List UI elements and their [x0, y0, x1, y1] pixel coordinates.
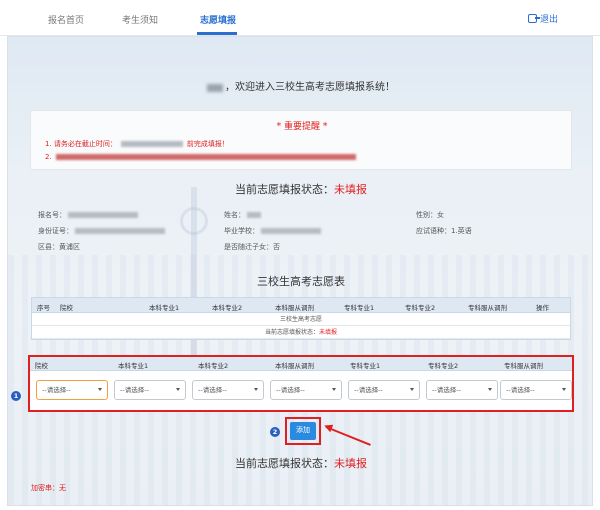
- notice-title: * 重要提醒 *: [276, 122, 328, 132]
- redacted-notice-2: [55, 154, 356, 160]
- nav-home[interactable]: 报名首页: [48, 13, 84, 26]
- notice-box: * 重要提醒 * 1. 请务必在截止时间： 前完成填报！ 2.: [30, 110, 572, 170]
- info-gender: 性别：女: [416, 211, 444, 219]
- redacted-school: [261, 228, 321, 234]
- th-ug-adjust: 本科服从调剂: [275, 304, 314, 312]
- status-top: 当前志愿填报状态：未填报: [8, 181, 592, 197]
- sh-jc-major-2: 专科专业2: [428, 362, 459, 370]
- notice-line-2-prefix: 2.: [45, 153, 52, 161]
- status-bottom-label: 当前志愿填报状态：: [235, 457, 334, 470]
- notice-line-1-suffix: 前完成填报！: [186, 140, 229, 148]
- status-value: 未填报: [334, 183, 367, 196]
- info-reg-no-label: 报名号：: [38, 211, 66, 219]
- redacted-username: [207, 83, 223, 92]
- sh-jc-major-1: 专科专业1: [350, 362, 381, 370]
- ug-adjust-value: --请选择--: [276, 386, 305, 394]
- marker-2: 2: [270, 427, 280, 437]
- notice-line-2: 2.: [45, 153, 356, 161]
- application-table: 序号 院校 本科专业1 本科专业2 本科服从调剂 专科专业1 专科专业2 专科服…: [31, 297, 571, 340]
- chevron-down-icon: [562, 388, 566, 391]
- marker-1: 1: [11, 391, 21, 401]
- sh-ug-major-1: 本科专业1: [118, 362, 149, 370]
- logout-button[interactable]: 退出: [527, 12, 558, 25]
- jc-major-1-select[interactable]: --请选择--: [348, 380, 420, 400]
- redacted-reg-no: [68, 212, 138, 218]
- ug-major-1-select[interactable]: --请选择--: [114, 380, 186, 400]
- add-button[interactable]: 添加: [290, 422, 316, 440]
- table-title: 三校生高考志愿表: [257, 275, 345, 288]
- background-tower-sphere: [180, 207, 208, 235]
- chevron-down-icon: [410, 388, 414, 391]
- th-school: 院校: [60, 304, 73, 312]
- th-ug-major-2: 本科专业2: [212, 304, 243, 312]
- school-select[interactable]: --请选择--: [36, 380, 108, 400]
- info-district: 区县：黄浦区: [38, 243, 80, 251]
- th-jc-adjust: 专科服从调剂: [468, 304, 507, 312]
- welcome-text: ，欢迎进入三校生高考志愿填报系统！: [225, 82, 395, 93]
- nav-instructions[interactable]: 考生须知: [122, 13, 158, 26]
- ug-major-2-select[interactable]: --请选择--: [192, 380, 264, 400]
- add-button-highlight: 添加: [285, 417, 321, 445]
- table-row: 三校生高考志愿: [32, 313, 570, 326]
- info-school: 毕业学校：: [224, 226, 321, 236]
- sh-ug-adjust: 本科服从调剂: [275, 362, 314, 370]
- logout-label: 退出: [539, 15, 558, 25]
- jc-adjust-select[interactable]: --请选择--: [500, 380, 572, 400]
- ug-major-2-value: --请选择--: [198, 386, 227, 394]
- chevron-down-icon: [488, 388, 492, 391]
- th-jc-major-1: 专科专业1: [344, 304, 375, 312]
- info-name-label: 姓名：: [224, 211, 245, 219]
- table-row-status: 当前志愿填报状态：未填报: [32, 326, 570, 339]
- welcome-message: ，欢迎进入三校生高考志愿填报系统！: [8, 78, 592, 93]
- th-index: 序号: [37, 304, 50, 312]
- th-ug-major-1: 本科专业1: [149, 304, 180, 312]
- jc-major-1-value: --请选择--: [354, 386, 383, 394]
- logout-icon: [527, 14, 540, 23]
- ug-adjust-select[interactable]: --请选择--: [270, 380, 342, 400]
- notice-line-1: 1. 请务必在截止时间： 前完成填报！: [45, 139, 229, 149]
- info-reg-no: 报名号：: [38, 210, 138, 220]
- top-nav: 报名首页 考生须知 志愿填报 退出: [0, 0, 600, 36]
- notice-line-1-prefix: 1. 请务必在截止时间：: [45, 140, 117, 148]
- chevron-down-icon: [98, 388, 102, 391]
- row-status-label: 当前志愿填报状态：: [264, 329, 319, 336]
- nav-active-indicator: [197, 32, 237, 35]
- chevron-down-icon: [332, 388, 336, 391]
- info-id-no-label: 身份证号：: [38, 227, 73, 235]
- info-name: 姓名：: [224, 210, 261, 220]
- chevron-down-icon: [254, 388, 258, 391]
- info-school-label: 毕业学校：: [224, 227, 259, 235]
- pointer-arrow-line: [325, 426, 371, 446]
- selection-header: 院校 本科专业1 本科专业2 本科服从调剂 专科专业1 专科专业2 专科服从调剂: [30, 357, 572, 371]
- info-exam-lang: 应试语种：1.英语: [416, 227, 472, 235]
- redacted-name: [247, 212, 261, 218]
- row-status-value: 未填报: [319, 329, 338, 336]
- jc-adjust-value: --请选择--: [506, 386, 535, 394]
- selection-row: 院校 本科专业1 本科专业2 本科服从调剂 专科专业1 专科专业2 专科服从调剂…: [28, 355, 574, 412]
- nav-application[interactable]: 志愿填报: [200, 13, 236, 26]
- status-label: 当前志愿填报状态：: [235, 183, 334, 196]
- redacted-deadline: [120, 141, 183, 147]
- th-action: 操作: [536, 304, 549, 312]
- main-panel: ，欢迎进入三校生高考志愿填报系统！ * 重要提醒 * 1. 请务必在截止时间： …: [7, 36, 593, 506]
- sh-jc-adjust: 专科服从调剂: [504, 362, 543, 370]
- chevron-down-icon: [176, 388, 180, 391]
- encryption-string: 加密串：无: [31, 484, 66, 492]
- school-select-value: --请选择--: [42, 386, 71, 394]
- info-id-no: 身份证号：: [38, 226, 165, 236]
- sh-ug-major-2: 本科专业2: [198, 362, 229, 370]
- jc-major-2-value: --请选择--: [432, 386, 461, 394]
- status-bottom-value: 未填报: [334, 457, 367, 470]
- redacted-id-no: [75, 228, 165, 234]
- sh-school: 院校: [35, 362, 48, 370]
- info-veteran-child: 是否随迁子女：否: [224, 243, 280, 251]
- ug-major-1-value: --请选择--: [120, 386, 149, 394]
- status-bottom: 当前志愿填报状态：未填报: [8, 455, 592, 471]
- application-table-header: 序号 院校 本科专业1 本科专业2 本科服从调剂 专科专业1 专科专业2 专科服…: [32, 298, 570, 313]
- th-jc-major-2: 专科专业2: [405, 304, 436, 312]
- jc-major-2-select[interactable]: --请选择--: [426, 380, 498, 400]
